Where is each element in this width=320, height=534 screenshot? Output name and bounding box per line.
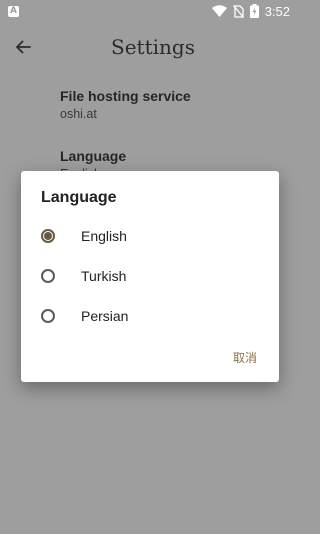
option-label: English: [81, 228, 127, 244]
radio-button[interactable]: [41, 269, 55, 283]
option-turkish[interactable]: Turkish: [39, 259, 269, 293]
battery-charging-icon: [249, 4, 259, 18]
radio-button[interactable]: [41, 309, 55, 323]
radio-button-checked[interactable]: [41, 229, 55, 243]
pref-title: File hosting service: [60, 88, 191, 104]
back-button[interactable]: [10, 34, 36, 60]
option-persian[interactable]: Persian: [39, 299, 269, 333]
option-label: Persian: [81, 308, 129, 324]
no-sim-icon: [232, 4, 244, 18]
option-label: Turkish: [81, 268, 127, 284]
cancel-button[interactable]: 取消: [233, 349, 257, 366]
arrow-left-icon: [16, 40, 31, 54]
option-english[interactable]: English: [39, 219, 269, 253]
language-dialog: Language English Turkish Persian 取消: [21, 171, 279, 382]
pref-title: Language: [60, 148, 127, 164]
dialog-title: Language: [41, 189, 117, 206]
pref-summary: oshi.at: [60, 107, 97, 121]
page-title: Settings: [111, 35, 195, 59]
clock-time: 3:52: [264, 3, 290, 19]
notification-a-icon: A: [8, 5, 19, 17]
pref-file-hosting-service[interactable]: File hosting service oshi.at: [60, 88, 191, 121]
status-bar: A 3:52: [0, 0, 300, 22]
wifi-icon: [211, 5, 227, 17]
app-bar: Settings: [0, 26, 300, 70]
